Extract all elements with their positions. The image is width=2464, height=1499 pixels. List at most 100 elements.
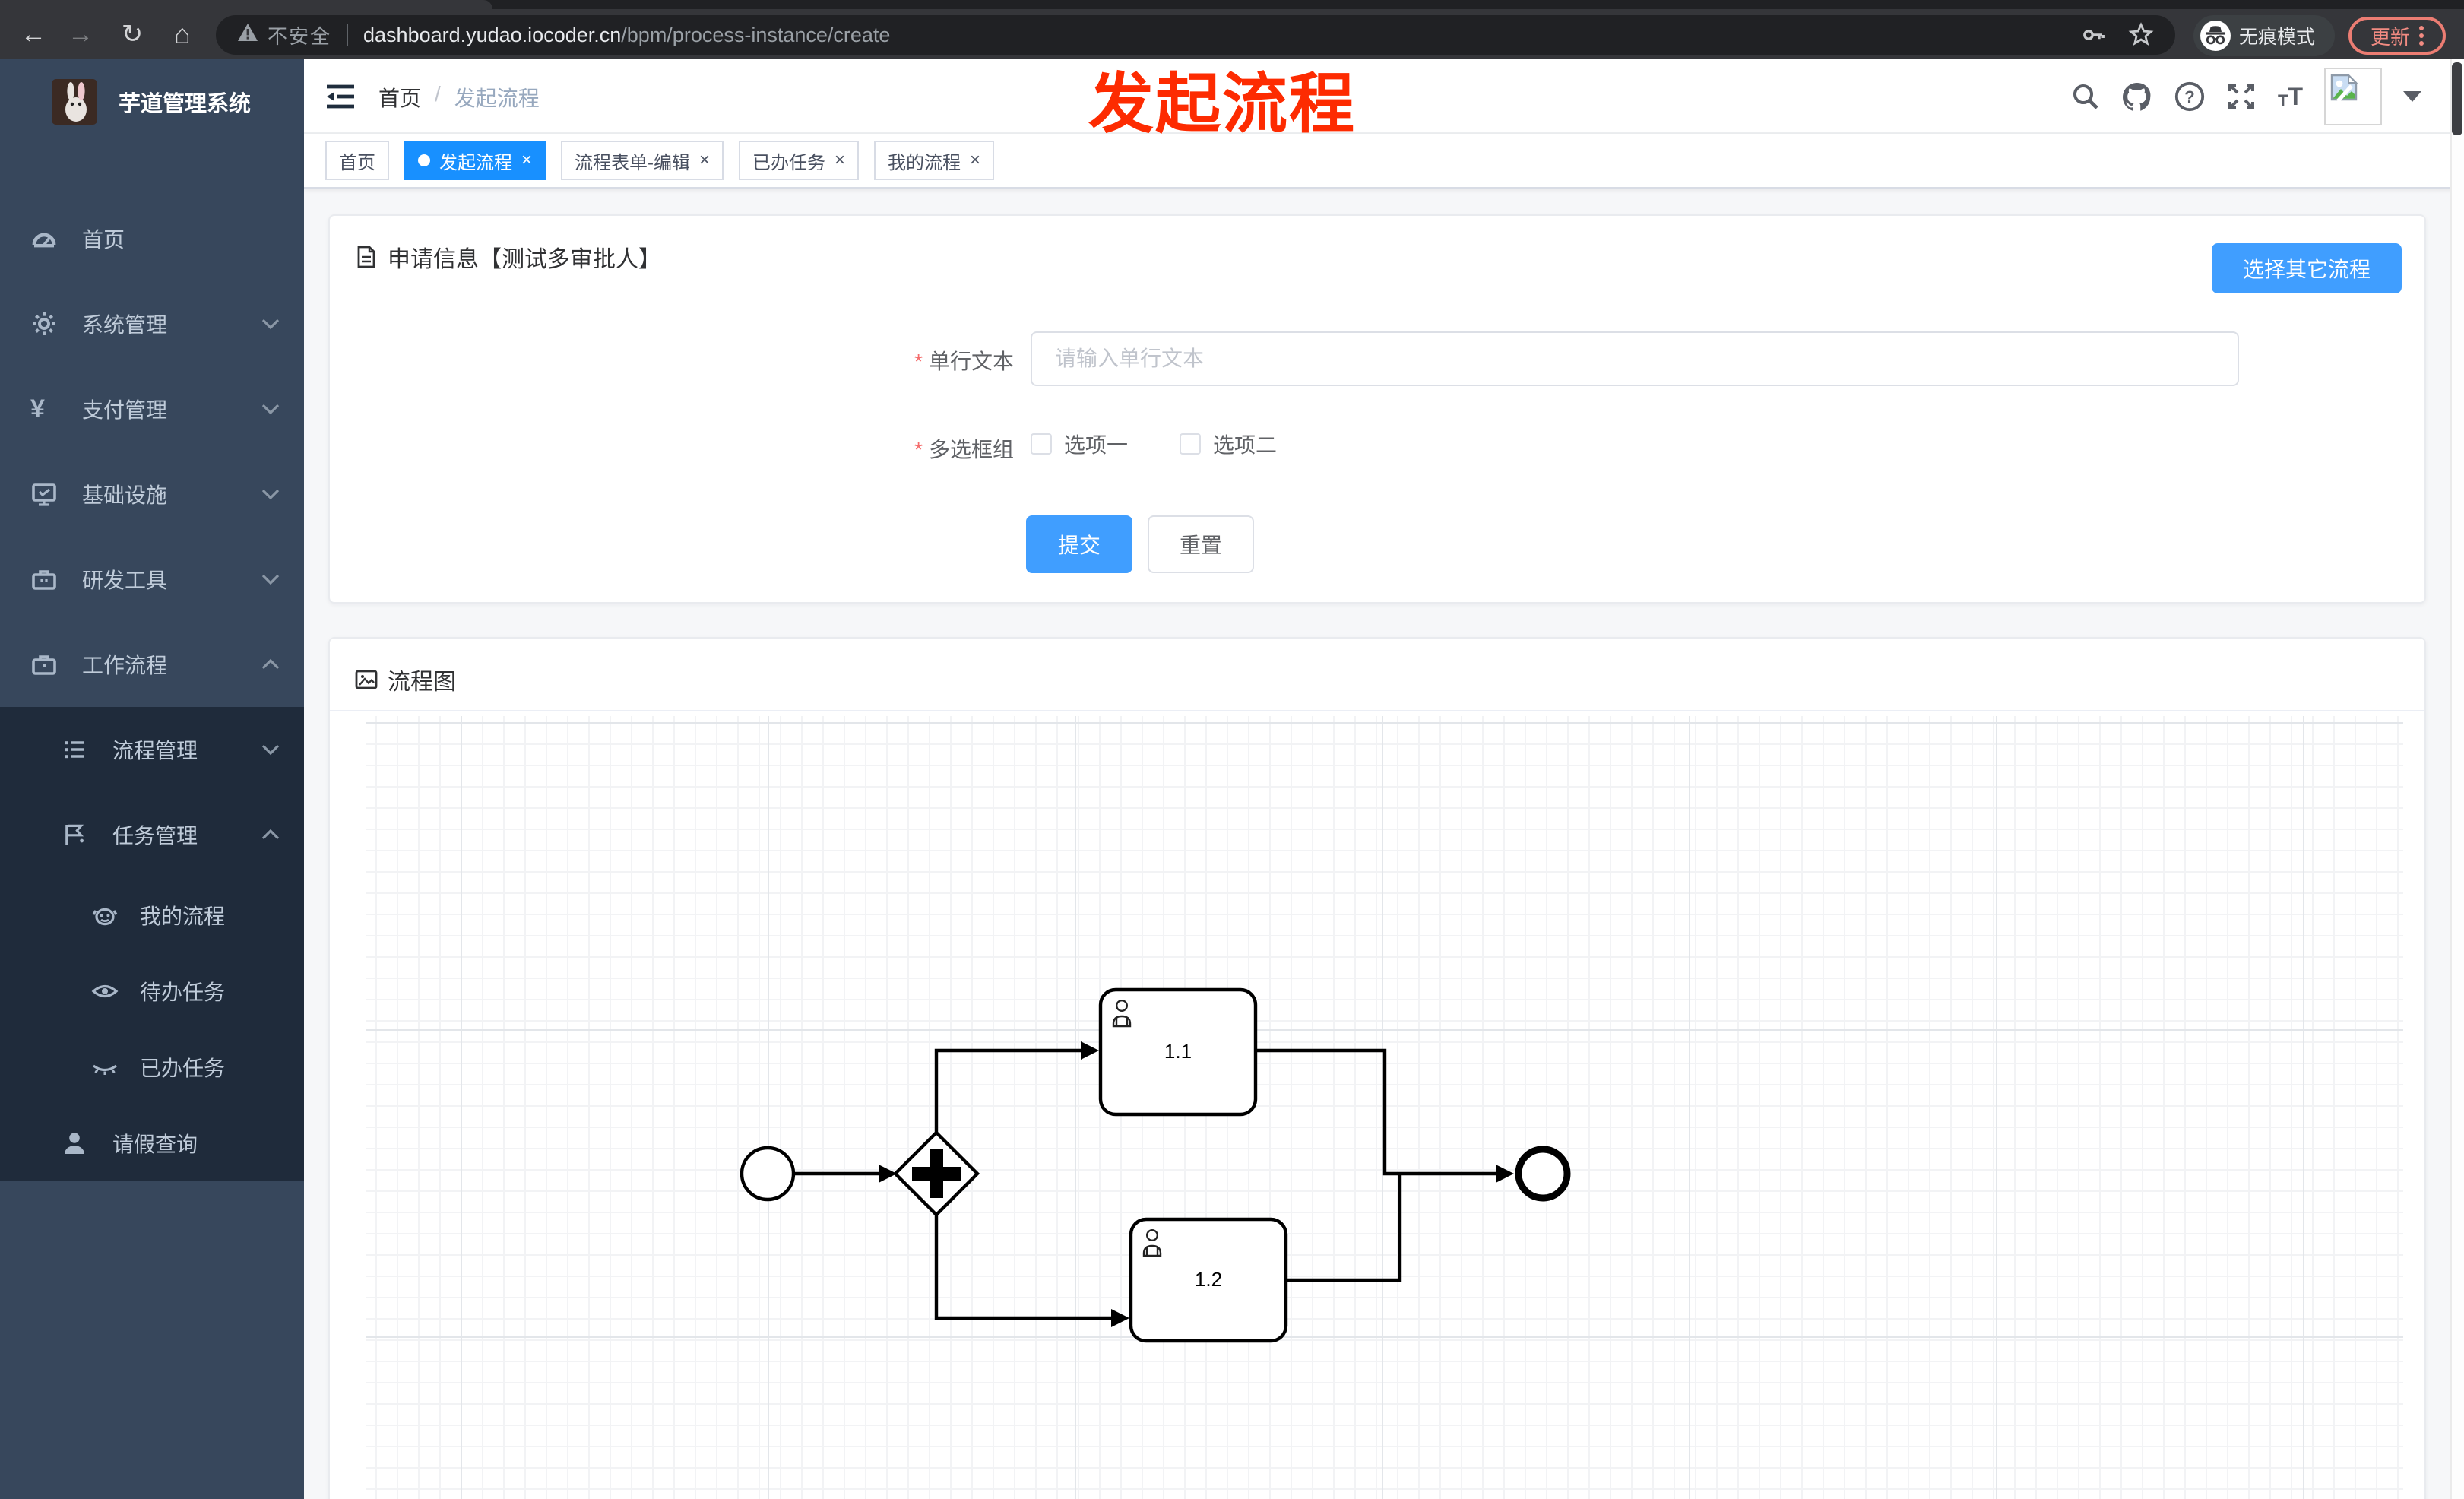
sidebar-item-task-management[interactable]: 任务管理 <box>0 792 304 877</box>
sidebar-item-label: 已办任务 <box>140 1057 226 1080</box>
browser-active-tab[interactable] <box>0 0 492 9</box>
bpmn-diagram: 1.1 1.2 <box>740 987 1571 1343</box>
gear-icon <box>30 310 58 338</box>
choose-other-process-button[interactable]: 选择其它流程 <box>2212 243 2402 293</box>
browser-update-button[interactable]: 更新 <box>2348 17 2446 55</box>
page-header: 首页 发起流程 ? TT <box>304 59 2464 134</box>
image-icon <box>355 670 378 689</box>
sidebar-item-dev-tools[interactable]: 研发工具 <box>0 537 304 622</box>
home-icon[interactable]: ⌂ <box>161 9 204 59</box>
back-icon[interactable]: ← <box>12 9 55 59</box>
breadcrumb-current: 发起流程 <box>454 87 540 110</box>
sidebar-item-label: 基础设施 <box>82 483 168 507</box>
reload-icon[interactable]: ↻ <box>111 9 154 59</box>
sidebar-item-label: 系统管理 <box>82 313 168 337</box>
close-icon[interactable] <box>835 151 845 170</box>
sidebar-item-label: 研发工具 <box>82 569 168 592</box>
end-event[interactable] <box>1515 1146 1571 1202</box>
tab-label: 首页 <box>339 152 375 173</box>
sidebar-item-system[interactable]: 系统管理 <box>0 281 304 366</box>
tab-my-process[interactable]: 我的流程 <box>874 141 995 180</box>
sidebar-item-workflow[interactable]: 工作流程 <box>0 622 304 707</box>
font-size-icon[interactable]: TT <box>2278 83 2303 111</box>
screen: ← → ↻ ⌂ 不安全 dashboard.yudao.iocoder.cn/b… <box>0 0 2464 1499</box>
app-logo-row[interactable]: 芋道管理系统 <box>0 59 304 144</box>
sidebar-item-label: 任务管理 <box>112 824 198 848</box>
sidebar-item-leave-query[interactable]: 请假查询 <box>0 1105 304 1181</box>
close-icon[interactable] <box>699 151 710 170</box>
close-icon[interactable] <box>970 151 980 170</box>
process-diagram-card: 流程图 1.1 1.2 <box>328 637 2426 1499</box>
bpmn-canvas[interactable]: 1.1 1.2 <box>366 716 2403 1499</box>
address-bar[interactable]: 不安全 dashboard.yudao.iocoder.cn/bpm/proce… <box>216 15 2175 55</box>
checkbox-option-2[interactable]: 选项二 <box>1180 429 1277 459</box>
sidebar-item-payment[interactable]: ¥ 支付管理 <box>0 366 304 452</box>
svg-text:?: ? <box>2184 87 2194 106</box>
tab-label: 流程表单-编辑 <box>575 152 691 173</box>
sidebar-item-label: 待办任务 <box>140 981 226 1004</box>
password-key-icon[interactable] <box>2081 22 2107 48</box>
help-icon[interactable]: ? <box>2174 81 2205 112</box>
single-line-text-input[interactable] <box>1031 331 2239 386</box>
tab-form-edit[interactable]: 流程表单-编辑 <box>561 141 724 180</box>
chevron-down-icon <box>261 318 280 330</box>
incognito-icon <box>2200 21 2231 51</box>
user-task-1-1[interactable]: 1.1 <box>1098 987 1258 1117</box>
security-label: 不安全 <box>268 24 332 48</box>
chevron-down-icon <box>261 573 280 585</box>
dashboard-icon <box>30 225 58 252</box>
bookmark-star-icon[interactable] <box>2128 22 2154 48</box>
parallel-gateway[interactable] <box>892 1130 980 1218</box>
sidebar-item-process-management[interactable]: 流程管理 <box>0 707 304 792</box>
browser-tabstrip <box>0 0 2464 9</box>
submit-button[interactable]: 提交 <box>1026 515 1132 573</box>
sidebar-item-done-tasks[interactable]: 已办任务 <box>0 1029 304 1105</box>
close-icon[interactable] <box>521 151 532 170</box>
flag-icon <box>61 821 88 848</box>
breadcrumb-home[interactable]: 首页 <box>378 82 421 113</box>
forward-icon[interactable]: → <box>59 9 102 59</box>
chevron-down-icon <box>261 403 280 415</box>
user-icon <box>61 1130 88 1157</box>
briefcase-icon <box>30 651 58 678</box>
sidebar-item-infrastructure[interactable]: 基础设施 <box>0 452 304 537</box>
tab-label: 发起流程 <box>439 152 512 173</box>
not-secure-warning-icon <box>237 23 258 48</box>
sidebar-item-label: 流程管理 <box>112 739 198 762</box>
github-icon[interactable] <box>2121 81 2153 112</box>
url-path: /bpm/process-instance/create <box>621 23 891 46</box>
checkbox-icon[interactable] <box>1180 433 1201 455</box>
sidebar-item-label: 工作流程 <box>82 654 168 677</box>
reset-button[interactable]: 重置 <box>1148 515 1254 573</box>
page-scrollbar-thumb[interactable] <box>2452 62 2462 135</box>
checkbox-icon[interactable] <box>1031 433 1052 455</box>
page-scrollbar-track[interactable] <box>2450 59 2464 1499</box>
tags-view-bar: 首页 发起流程 流程表单-编辑 已办任务 我的流程 <box>304 134 2464 189</box>
diagram-card-title: 流程图 <box>388 670 456 695</box>
tab-done-tasks[interactable]: 已办任务 <box>739 141 860 180</box>
apply-info-card: 申请信息【测试多审批人】 选择其它流程 单行文本 多选框组 选项一 选项二 提交… <box>328 214 2426 604</box>
search-icon[interactable] <box>2071 82 2100 111</box>
sidebar-item-my-process[interactable]: 我的流程 <box>0 877 304 953</box>
avatar[interactable] <box>2324 68 2382 125</box>
avatar-dropdown-caret[interactable] <box>2403 91 2421 102</box>
sidebar-item-home[interactable]: 首页 <box>0 196 304 281</box>
list-icon <box>61 736 88 763</box>
update-label: 更新 <box>2370 25 2410 49</box>
tab-start-process[interactable]: 发起流程 <box>404 141 546 180</box>
diagram-card-header: 流程图 <box>330 639 2424 711</box>
omnibox-divider <box>347 24 349 46</box>
sidebar-fold-icon[interactable] <box>325 84 356 116</box>
apply-card-title-row: 申请信息【测试多审批人】 <box>354 240 661 274</box>
user-task-1-2[interactable]: 1.2 <box>1129 1217 1288 1343</box>
tab-home[interactable]: 首页 <box>325 141 389 180</box>
browser-menu-icon[interactable] <box>2419 26 2424 46</box>
annotation-text: 发起流程 <box>1088 68 1356 141</box>
chevron-down-icon <box>261 488 280 500</box>
logo-image <box>52 79 97 125</box>
checkbox-option-1[interactable]: 选项一 <box>1031 429 1128 459</box>
start-event[interactable] <box>740 1146 796 1202</box>
sidebar-item-label: 我的流程 <box>140 905 226 928</box>
fullscreen-icon[interactable] <box>2226 81 2257 112</box>
sidebar-item-todo-tasks[interactable]: 待办任务 <box>0 953 304 1029</box>
